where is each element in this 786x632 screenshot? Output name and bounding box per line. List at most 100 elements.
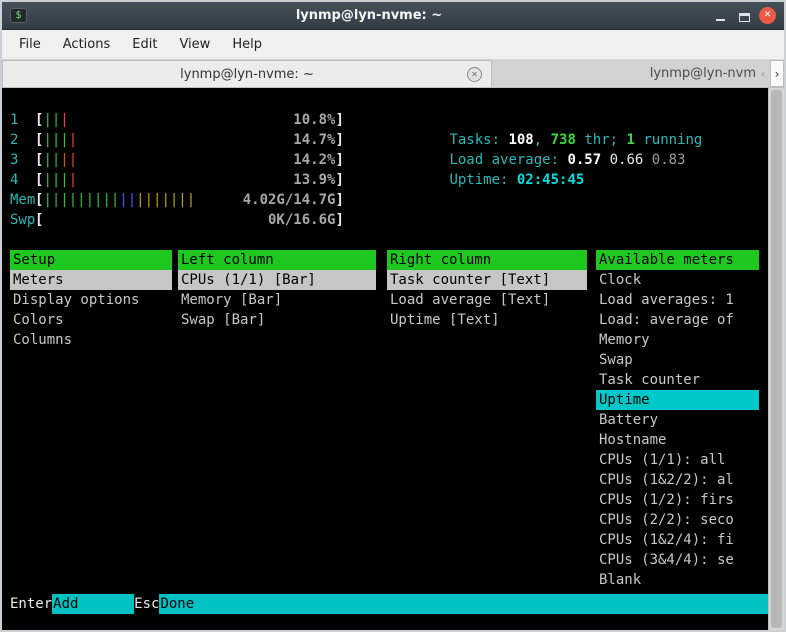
available-meter-item[interactable]: Hostname — [596, 430, 759, 450]
setup-item-display-options[interactable]: Display options — [10, 290, 172, 310]
tabbar: lynmp@lyn-nvme: ~ ✕ lynmp@lyn-nvm ‹ › — [2, 60, 784, 88]
tab-scroller: ‹ › — [756, 60, 784, 88]
mem-label: Mem — [10, 190, 35, 210]
right-column-item[interactable]: Uptime [Text] — [387, 310, 587, 330]
cpu1-percent: 10.8% — [293, 110, 335, 130]
available-meter-item[interactable]: CPUs (1&2/4): fi — [596, 530, 759, 550]
fnkey-enter[interactable]: Enter — [10, 594, 52, 614]
window-title: lynmp@lyn-nvme: ~ — [33, 8, 705, 23]
left-column-item[interactable]: CPUs (1/1) [Bar] — [178, 270, 376, 290]
available-meter-item[interactable]: Task counter — [596, 370, 759, 390]
meter-bracket: [ — [35, 110, 43, 130]
maximize-button[interactable] — [735, 7, 753, 25]
menu-help[interactable]: Help — [221, 32, 273, 57]
left-column-item[interactable]: Swap [Bar] — [178, 310, 376, 330]
cpu4-meter: 4[|||| 13.9%] — [10, 170, 344, 190]
mem-bars: |||||||||||||||||| — [43, 190, 195, 210]
panel-setup-header: Setup — [10, 250, 172, 270]
cpu1-bars: ||| — [43, 110, 68, 130]
fnlabel-done[interactable]: Done — [159, 594, 768, 614]
tab-inactive[interactable]: lynmp@lyn-nvm — [492, 60, 756, 88]
panel-left-column-header: Left column — [178, 250, 376, 270]
cpu4-number: 4 — [10, 170, 35, 190]
mem-value: 4.02G/14.7G — [243, 190, 336, 210]
available-meter-item[interactable]: Load averages: 1 — [596, 290, 759, 310]
terminal-screen: 1[|||10.8%] 2[||||14.7%] 3[||||14.2%] 4[… — [2, 88, 768, 630]
uptime-line: Uptime: 02:45:45 — [382, 150, 584, 170]
swap-label: Swp — [10, 210, 35, 230]
panel-available-meters-header: Available meters — [596, 250, 759, 270]
available-meter-item[interactable]: Clock — [596, 270, 759, 290]
panel-right-column-header: Right column — [387, 250, 587, 270]
cpu2-meter: 2[|||| 14.7%] — [10, 130, 344, 150]
panel-setup: Setup Meters Display options Colors Colu… — [10, 250, 172, 350]
meter-bracket: ] — [335, 150, 343, 170]
setup-item-colors[interactable]: Colors — [10, 310, 172, 330]
cpu4-percent: 13.9% — [293, 170, 335, 190]
right-column-item[interactable]: Task counter [Text] — [387, 270, 587, 290]
terminal-area: 1[|||10.8%] 2[||||14.7%] 3[||||14.2%] 4[… — [2, 88, 784, 630]
left-column-item[interactable]: Memory [Bar] — [178, 290, 376, 310]
panel-available-meters: Available meters Clock Load averages: 1 … — [596, 250, 759, 590]
fnkey-esc[interactable]: Esc — [134, 594, 159, 614]
right-column-item[interactable]: Load average [Text] — [387, 290, 587, 310]
menu-edit[interactable]: Edit — [121, 32, 168, 57]
maximize-icon — [739, 13, 750, 22]
available-meter-item[interactable]: CPUs (3&4/4): se — [596, 550, 759, 570]
scrollbar-thumb[interactable] — [771, 90, 782, 628]
available-meter-item[interactable]: Memory — [596, 330, 759, 350]
menu-file[interactable]: File — [8, 32, 52, 57]
tab-active-label: lynmp@lyn-nvme: ~ — [180, 67, 314, 82]
meter-bracket: ] — [335, 170, 343, 190]
menu-actions[interactable]: Actions — [52, 32, 122, 57]
tab-inactive-label: lynmp@lyn-nvm — [650, 66, 756, 81]
swap-value: 0K/16.6G — [268, 210, 335, 230]
available-meter-item[interactable]: CPUs (1/2): firs — [596, 490, 759, 510]
cpu3-meter: 3[||||14.2%] — [10, 150, 344, 170]
panel-left-column: Left column CPUs (1/1) [Bar] Memory [Bar… — [178, 250, 376, 330]
minimize-button[interactable] — [711, 7, 729, 25]
available-meter-item[interactable]: Load: average of — [596, 310, 759, 330]
meter-bracket: [ — [35, 130, 43, 150]
close-button[interactable]: ✕ — [759, 7, 776, 24]
available-meter-item[interactable]: CPUs (1&2/2): al — [596, 470, 759, 490]
uptime-value: 02:45:45 — [517, 172, 584, 188]
available-meter-item[interactable]: Battery — [596, 410, 759, 430]
meter-bracket: [ — [35, 210, 43, 230]
cpu4-bars: |||| — [43, 170, 77, 190]
fnlabel-add[interactable]: Add — [52, 594, 134, 614]
menu-view[interactable]: View — [168, 32, 221, 57]
menubar: File Actions Edit View Help — [2, 30, 784, 60]
tab-close-icon[interactable]: ✕ — [467, 67, 482, 82]
available-meter-item[interactable]: CPUs (1/1): all — [596, 450, 759, 470]
meter-bracket: ] — [335, 130, 343, 150]
function-bar: EnterAddEscDone — [2, 594, 768, 614]
available-meter-item[interactable]: Blank — [596, 570, 759, 590]
setup-item-meters[interactable]: Meters — [10, 270, 172, 290]
cpu2-bars: |||| — [43, 130, 77, 150]
swap-meter: Swp[0K/16.6G] — [10, 210, 344, 230]
titlebar[interactable]: $ lynmp@lyn-nvme: ~ ✕ — [2, 2, 784, 30]
tasks-line: Tasks: 108, 738 thr; 1 running — [382, 110, 702, 130]
tab-active[interactable]: lynmp@lyn-nvme: ~ ✕ — [2, 60, 492, 88]
tab-scroll-left-icon[interactable]: ‹ — [756, 60, 770, 87]
available-meter-item-selected[interactable]: Uptime — [596, 390, 759, 410]
cpu2-percent: 14.7% — [293, 130, 335, 150]
meter-bracket: ] — [335, 210, 343, 230]
available-meter-item[interactable]: Swap — [596, 350, 759, 370]
meter-bracket: [ — [35, 150, 43, 170]
tab-scroll-right-icon[interactable]: › — [770, 60, 784, 87]
panel-right-column: Right column Task counter [Text] Load av… — [387, 250, 587, 330]
meter-bracket: ] — [335, 190, 343, 210]
available-meter-item[interactable]: CPUs (2/2): seco — [596, 510, 759, 530]
load-average-line: Load average: 0.57 0.66 0.83 — [382, 130, 685, 150]
meter-bracket: ] — [335, 110, 343, 130]
meter-bracket: [ — [35, 190, 43, 210]
minimize-icon — [716, 19, 725, 21]
meter-bracket: [ — [35, 170, 43, 190]
cpu1-meter: 1[|||10.8%] — [10, 110, 344, 130]
scrollbar-track[interactable] — [768, 88, 784, 630]
setup-item-columns[interactable]: Columns — [10, 330, 172, 350]
cpu2-number: 2 — [10, 130, 35, 150]
cpu3-bars: |||| — [43, 150, 77, 170]
